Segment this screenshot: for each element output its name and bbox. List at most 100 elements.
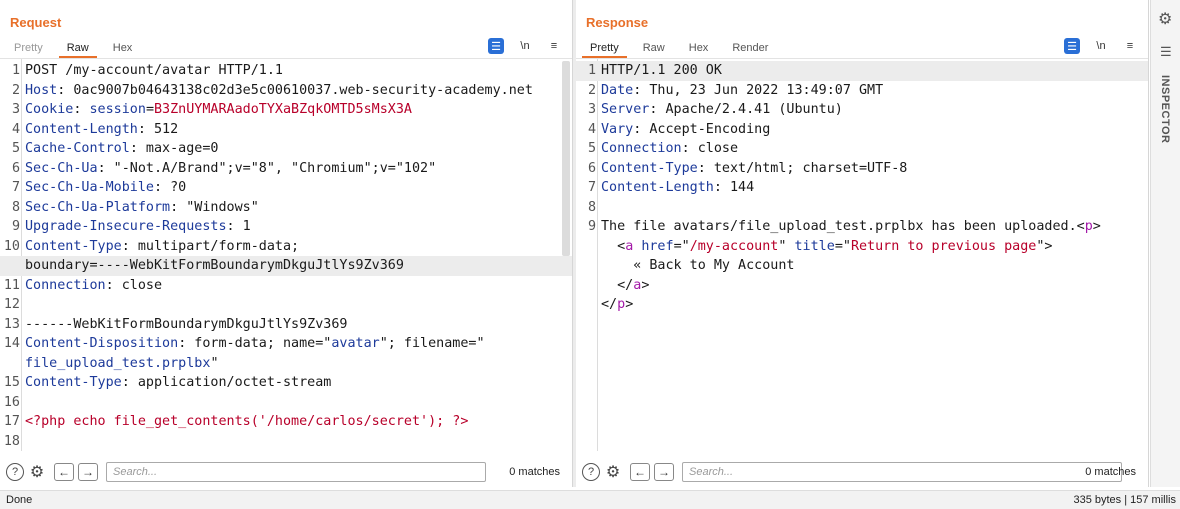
code-line: 2 Date: Thu, 23 Jun 2022 13:49:07 GMT [576, 81, 1148, 101]
request-search-input[interactable] [106, 462, 486, 482]
code-line: </p> [576, 295, 1148, 315]
code-text: Cache-Control: max-age=0 [25, 141, 219, 156]
code-line: </a> [576, 276, 1148, 296]
code-text: </p> [601, 297, 634, 312]
next-match-button[interactable]: → [654, 463, 674, 481]
line-number: 18 [3, 433, 20, 449]
gear-icon[interactable]: ⚙ [1158, 9, 1172, 29]
code-text: file_upload_test.prplbx" [25, 355, 219, 371]
status-bar: Done 335 bytes | 157 millis [0, 490, 1180, 509]
code-line: 16 [0, 393, 572, 413]
request-pane: Request Pretty Raw Hex ☰ \n ≡ 1 POST /my-… [0, 0, 573, 487]
line-number: 12 [3, 297, 20, 312]
line-number: 5 [587, 141, 596, 156]
inspector-sidebar: ⚙ ☰ INSPECTOR [1150, 0, 1180, 487]
wrap-icon[interactable]: ☰ [488, 38, 504, 54]
code-line: 15 Content-Type: application/octet-stream [0, 373, 572, 393]
code-text: ------WebKitFormBoundarymDkguJtlYs9Zv369 [25, 316, 348, 332]
code-text: The file avatars/file_upload_test.prplbx… [601, 219, 1101, 234]
gear-icon[interactable]: ⚙ [604, 463, 622, 481]
code-line: 3 Cookie: session=B3ZnUYMARAadoTYXaBZqkOM… [0, 100, 572, 120]
request-matches: 0 matches [509, 466, 560, 478]
code-line: « Back to My Account [576, 256, 1148, 276]
response-pane: Response Pretty Raw Hex Render ☰ \n ≡ 1H… [576, 0, 1149, 487]
code-text: Content-Disposition: form-data; name="av… [25, 336, 485, 351]
line-number: 2 [587, 82, 596, 98]
code-text: <?php echo file_get_contents('/home/carl… [25, 414, 469, 429]
tab-render[interactable]: Render [724, 40, 776, 58]
code-text: Host: 0ac9007b04643138c02d3e5c00610037.w… [25, 82, 533, 98]
line-number: 8 [587, 199, 596, 215]
response-search-input[interactable] [682, 462, 1122, 482]
code-text: Content-Type: multipart/form-data; [25, 238, 300, 254]
code-line: 4 Vary: Accept-Encoding [576, 120, 1148, 140]
line-number: 1 [587, 63, 596, 78]
code-line: 13 ------WebKitFormBoundarymDkguJtlYs9Zv3… [0, 315, 572, 335]
request-search-bar: ? ⚙ ← → 0 matches [0, 458, 572, 486]
code-line: 6 Content-Type: text/html; charset=UTF-8 [576, 159, 1148, 179]
status-text: Done [6, 494, 33, 506]
next-match-button[interactable]: → [78, 463, 98, 481]
prev-match-button[interactable]: ← [54, 463, 74, 481]
code-line: 8 [576, 198, 1148, 218]
menu-icon[interactable]: ≡ [1122, 38, 1138, 54]
code-text: boundary=----WebKitFormBoundarymDkguJtlY… [25, 258, 404, 273]
code-text: Cookie: session=B3ZnUYMARAadoTYXaBZqkOMT… [25, 102, 412, 117]
code-text: Upgrade-Insecure-Requests: 1 [25, 219, 251, 234]
line-number: 1 [11, 63, 20, 78]
help-icon[interactable]: ? [582, 463, 600, 481]
code-text: Content-Length: 512 [25, 121, 179, 137]
code-line: 8 Sec-Ch-Ua-Platform: "Windows" [0, 198, 572, 218]
line-number: 8 [11, 199, 20, 215]
sliders-icon[interactable]: ☰ [1160, 44, 1172, 60]
wrap-icon[interactable]: ☰ [1064, 38, 1080, 54]
tab-hex[interactable]: Hex [681, 40, 717, 58]
code-text: Content-Type: text/html; charset=UTF-8 [601, 160, 908, 176]
response-lines: 1 HTTP/1.1 200 OK 2 Date: Thu, 23 Jun 2022 … [576, 61, 1148, 315]
response-title: Response [586, 15, 649, 30]
line-number: 7 [587, 180, 596, 195]
code-line: 3 Server: Apache/2.4.41 (Ubuntu) [576, 100, 1148, 120]
line-number: 9 [587, 219, 596, 234]
request-editor[interactable]: 1 POST /my-account/avatar HTTP/1.1 2 Host: … [0, 58, 572, 451]
line-number: 2 [11, 82, 20, 98]
line-number: 16 [3, 394, 20, 410]
response-tools: ☰ \n ≡ [1051, 38, 1138, 54]
code-line: 7 Content-Length: 144 [576, 178, 1148, 198]
gear-icon[interactable]: ⚙ [28, 463, 46, 481]
prev-match-button[interactable]: ← [630, 463, 650, 481]
code-line: 1 POST /my-account/avatar HTTP/1.1 [0, 61, 572, 81]
line-number: 15 [3, 375, 20, 390]
newline-icon[interactable]: \n [517, 38, 533, 54]
line-number: 5 [11, 141, 20, 156]
response-stats: 335 bytes | 157 millis [1073, 494, 1176, 506]
inspector-tab[interactable]: INSPECTOR [1159, 75, 1171, 143]
tab-pretty[interactable]: Pretty [6, 40, 51, 58]
tab-hex[interactable]: Hex [105, 40, 141, 58]
tab-pretty[interactable]: Pretty [582, 40, 627, 58]
code-line: 12 [0, 295, 572, 315]
code-text: Date: Thu, 23 Jun 2022 13:49:07 GMT [601, 82, 884, 98]
line-number: 17 [3, 414, 20, 429]
code-text: Server: Apache/2.4.41 (Ubuntu) [601, 102, 843, 117]
code-line: 9 Upgrade-Insecure-Requests: 1 [0, 217, 572, 237]
code-text: <a href="/my-account" title="Return to p… [601, 238, 1053, 254]
code-line: 14 Content-Disposition: form-data; name="… [0, 334, 572, 354]
request-tabs: Pretty Raw Hex [6, 40, 148, 58]
line-number: 6 [587, 160, 596, 176]
line-number: 13 [3, 316, 20, 332]
code-line: 11 Connection: close [0, 276, 572, 296]
code-text: Content-Length: 144 [601, 180, 755, 195]
code-text: Sec-Ch-Ua-Mobile: ?0 [25, 180, 187, 195]
response-editor[interactable]: 1 HTTP/1.1 200 OK 2 Date: Thu, 23 Jun 2022 … [576, 58, 1148, 451]
code-line: 1 HTTP/1.1 200 OK [576, 61, 1148, 81]
menu-icon[interactable]: ≡ [546, 38, 562, 54]
tab-raw[interactable]: Raw [635, 40, 673, 58]
request-lines: 1 POST /my-account/avatar HTTP/1.1 2 Host: … [0, 61, 572, 451]
request-scrollbar[interactable] [562, 61, 570, 256]
help-icon[interactable]: ? [6, 463, 24, 481]
response-search-bar: ? ⚙ ← → 0 matches [576, 458, 1148, 486]
newline-icon[interactable]: \n [1093, 38, 1109, 54]
tab-raw[interactable]: Raw [58, 40, 97, 58]
code-line: 7 Sec-Ch-Ua-Mobile: ?0 [0, 178, 572, 198]
